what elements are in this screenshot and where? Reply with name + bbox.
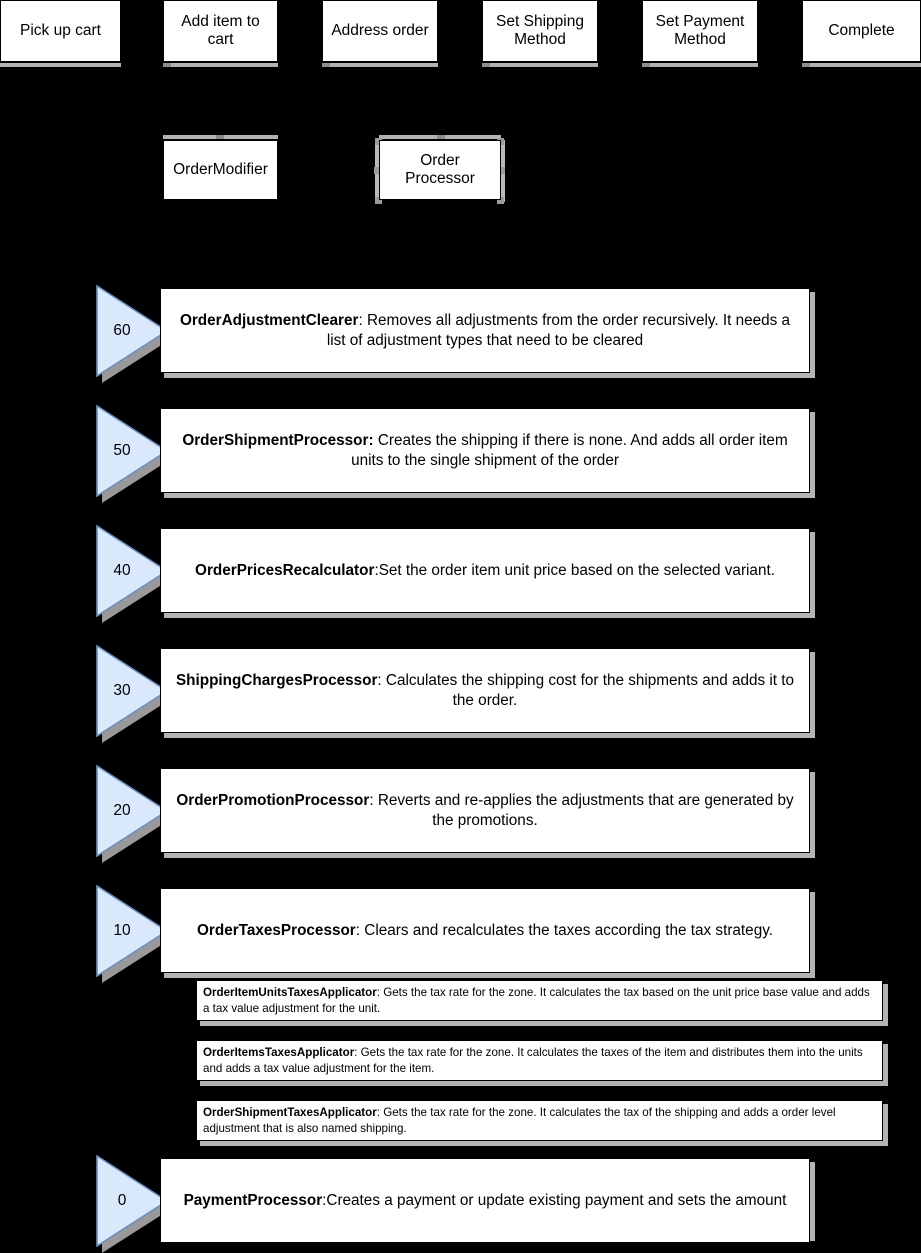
applicator-box-orderitemunitstaxesapplicator[interactable]: OrderItemUnitsTaxesApplicator: Gets the … xyxy=(196,980,883,1021)
processor-name: OrderPromotionProcessor xyxy=(176,792,370,810)
state-node-complete[interactable]: Complete xyxy=(802,0,921,62)
component-label: Order Processor xyxy=(405,151,475,187)
applicator-box-ordershipmenttaxesapplicator[interactable]: OrderShipmentTaxesApplicator: Gets the t… xyxy=(196,1100,883,1141)
state-shadow-3b xyxy=(482,63,490,67)
priority-marker-30: 30 xyxy=(96,645,174,743)
state-node-add-item-to-cart[interactable]: Add item to cart xyxy=(163,0,278,62)
processor-shadow-20 xyxy=(164,853,815,858)
state-label: Pick up cart xyxy=(20,21,101,39)
state-shadow-4 xyxy=(642,63,758,67)
processor-shadow-60 xyxy=(164,373,815,378)
priority-marker-label: 30 xyxy=(113,682,131,699)
processor-shadow-right-40 xyxy=(810,532,815,618)
applicator-shadow-right-1 xyxy=(883,1044,888,1086)
applicator-shadow-2 xyxy=(200,1141,888,1146)
processor-shadow-40 xyxy=(164,613,815,618)
processor-box-orderpricesrecalculator[interactable]: OrderPricesRecalculator:Set the order it… xyxy=(160,528,810,613)
state-node-address-order[interactable]: Address order xyxy=(322,0,438,62)
priority-marker-label: 10 xyxy=(113,922,131,939)
processor-shadow-right-0 xyxy=(810,1162,815,1241)
component-node-ordermodifier[interactable]: OrderModifier xyxy=(163,140,278,200)
priority-marker-label: 0 xyxy=(117,1192,127,1209)
priority-marker-60: 60 xyxy=(96,285,174,383)
processor-description: Creates a payment or update existing pay… xyxy=(326,1191,787,1209)
processor-box-paymentprocessor[interactable]: PaymentProcessor:Creates a payment or up… xyxy=(160,1158,810,1243)
processor-name: ShippingChargesProcessor xyxy=(175,672,378,690)
priority-marker-50: 50 xyxy=(96,405,174,503)
priority-marker-label: 20 xyxy=(113,802,131,819)
processor-shadow-right-60 xyxy=(810,292,815,378)
processor-shadow-right-30 xyxy=(810,652,815,738)
applicator-shadow-1 xyxy=(200,1081,888,1086)
processor-description: Creates the shipping if there is none. A… xyxy=(351,432,788,469)
state-shadow-2 xyxy=(322,63,438,67)
state-shadow-4b xyxy=(642,63,650,67)
component-label: OrderModifier xyxy=(173,160,268,178)
state-label: Complete xyxy=(828,21,895,39)
applicator-shadow-right-2 xyxy=(883,1104,888,1146)
state-shadow-0 xyxy=(0,63,121,67)
component-connector-orderprocessor-tick xyxy=(437,135,445,139)
priority-marker-label: 60 xyxy=(113,322,131,339)
state-shadow-3 xyxy=(482,63,598,67)
priority-marker-10: 10 xyxy=(96,885,174,983)
component-connector-ordermodifier-tick xyxy=(216,135,224,139)
processor-name: OrderAdjustmentClearer xyxy=(179,312,359,330)
processor-description: Reverts and re-applies the adjustments t… xyxy=(377,792,794,829)
processor-shadow-right-10 xyxy=(810,892,815,978)
state-label: Address order xyxy=(331,21,429,39)
processor-name: OrderShipmentProcessor: xyxy=(182,432,374,450)
processor-box-ordershipmentprocessor[interactable]: OrderShipmentProcessor: Creates the ship… xyxy=(160,408,810,493)
applicator-shadow-0 xyxy=(200,1021,888,1026)
applicator-name: OrderShipmentTaxesApplicator xyxy=(203,1106,377,1120)
applicator-name: OrderItemUnitsTaxesApplicator xyxy=(203,986,377,1000)
diagram-canvas: Pick up cart Add item to cart Address or… xyxy=(0,0,921,1253)
processor-shadow-10 xyxy=(164,973,815,978)
processor-separator: : xyxy=(358,312,367,330)
processor-name: PaymentProcessor xyxy=(183,1191,323,1209)
processor-description: Removes all adjustments from the order r… xyxy=(326,312,791,349)
processor-name: OrderPricesRecalculator xyxy=(195,561,375,579)
state-node-set-shipping-method[interactable]: Set Shipping Method xyxy=(482,0,598,62)
state-shadow-1b xyxy=(163,63,171,67)
processor-shadow-30 xyxy=(164,733,815,738)
processor-name: OrderTaxesProcessor xyxy=(197,921,356,939)
component-node-order-processor[interactable]: Order Processor xyxy=(379,140,501,200)
state-shadow-5b xyxy=(802,63,810,67)
processor-box-orderpromotionprocessor[interactable]: OrderPromotionProcessor: Reverts and re-… xyxy=(160,768,810,853)
processor-box-shippingchargesprocessor[interactable]: ShippingChargesProcessor: Calculates the… xyxy=(160,648,810,733)
processor-separator: : xyxy=(355,921,365,939)
processor-description: Set the order item unit price based on t… xyxy=(378,561,775,579)
state-label: Set Shipping Method xyxy=(496,12,584,48)
state-node-pick-up-cart[interactable]: Pick up cart xyxy=(0,0,121,62)
priority-marker-label: 40 xyxy=(113,562,131,579)
priority-marker-40: 40 xyxy=(96,525,174,623)
processor-separator: : xyxy=(377,672,386,690)
state-label: Add item to cart xyxy=(181,12,260,48)
applicator-box-orderitemstaxesapplicator[interactable]: OrderItemsTaxesApplicator: Gets the tax … xyxy=(196,1040,883,1081)
processor-box-ordertaxesprocessor[interactable]: OrderTaxesProcessor: Clears and recalcul… xyxy=(160,888,810,973)
priority-marker-0: 0 xyxy=(96,1155,174,1253)
processor-description: Clears and recalculates the taxes accord… xyxy=(364,921,773,939)
state-shadow-2b xyxy=(322,63,330,67)
state-shadow-1 xyxy=(163,63,278,67)
state-shadow-5 xyxy=(802,63,921,67)
priority-marker-label: 50 xyxy=(113,442,131,459)
processor-box-orderadjustmentclearer[interactable]: OrderAdjustmentClearer: Removes all adju… xyxy=(160,288,810,373)
processor-shadow-right-50 xyxy=(810,412,815,498)
applicator-name: OrderItemsTaxesApplicator xyxy=(203,1046,355,1060)
state-node-set-payment-method[interactable]: Set Payment Method xyxy=(642,0,758,62)
processor-description: Calculates the shipping cost for the shi… xyxy=(385,672,795,709)
state-label: Set Payment Method xyxy=(655,12,745,48)
processor-shadow-50 xyxy=(164,493,815,498)
processor-separator: : xyxy=(369,792,378,810)
processor-shadow-right-20 xyxy=(810,772,815,858)
applicator-shadow-right-0 xyxy=(883,984,888,1026)
priority-marker-20: 20 xyxy=(96,765,174,863)
